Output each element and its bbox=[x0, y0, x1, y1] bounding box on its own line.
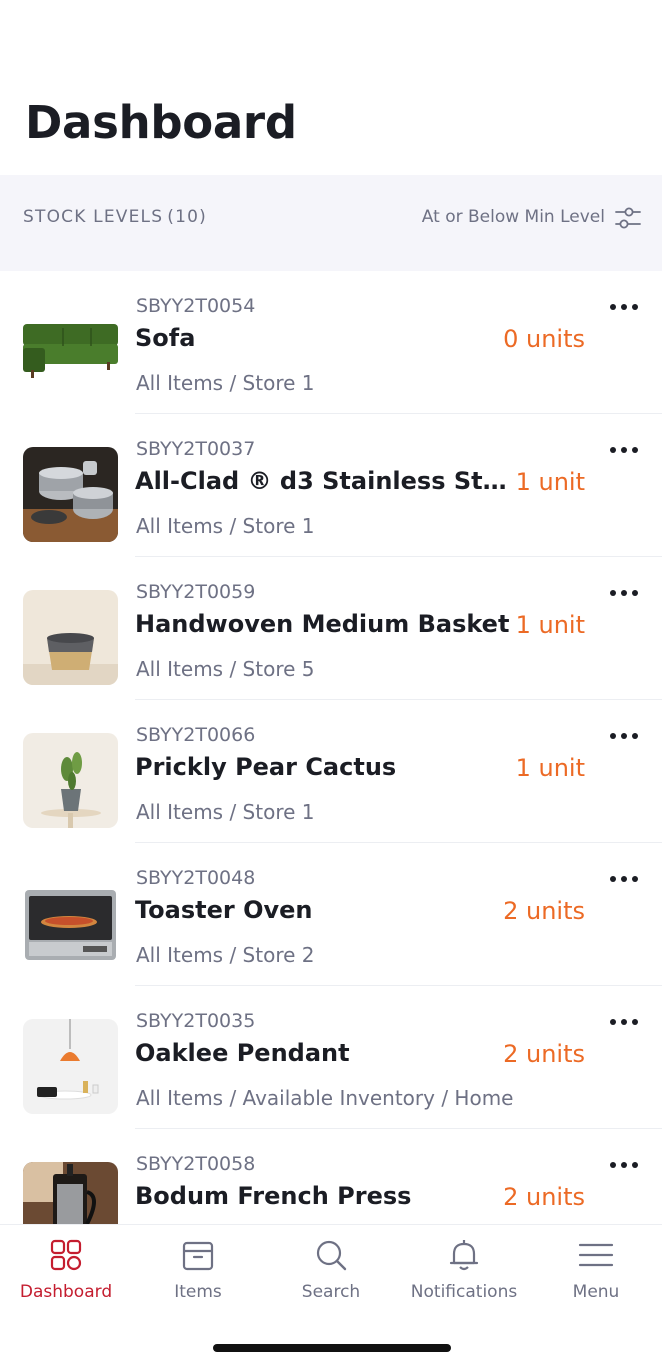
item-name: Bodum French Press bbox=[135, 1182, 412, 1210]
tab-items-label: Items bbox=[174, 1282, 222, 1302]
item-location-path: All Items / Store 2 bbox=[136, 943, 315, 967]
item-name: Handwoven Medium Basket bbox=[135, 610, 510, 638]
tab-dashboard-label: Dashboard bbox=[19, 1282, 113, 1302]
list-item[interactable]: SBYY2T0048 Toaster Oven 2 units All Item… bbox=[0, 843, 662, 986]
tab-menu[interactable]: Menu bbox=[530, 1225, 662, 1315]
list-item[interactable]: SBYY2T0037 All-Clad ® d3 Stainless Steel… bbox=[0, 414, 662, 557]
item-sku: SBYY2T0035 bbox=[136, 1010, 256, 1032]
tab-search[interactable]: Search bbox=[265, 1225, 397, 1315]
item-sku: SBYY2T0054 bbox=[136, 295, 256, 317]
item-sku: SBYY2T0058 bbox=[136, 1153, 256, 1175]
bottom-tab-bar: Dashboard Items Search Notifications Men… bbox=[0, 1224, 662, 1364]
item-location-path: All Items / Store 5 bbox=[136, 657, 315, 681]
more-options-icon[interactable] bbox=[604, 867, 644, 891]
item-sku: SBYY2T0066 bbox=[136, 724, 256, 746]
dashboard-screen: Dashboard STOCK LEVELS (10) At or Below M… bbox=[0, 0, 662, 1364]
more-options-icon[interactable] bbox=[604, 1010, 644, 1034]
header: Dashboard bbox=[0, 0, 662, 175]
more-options-icon[interactable] bbox=[604, 438, 644, 462]
item-quantity: 2 units bbox=[503, 1040, 585, 1068]
hamburger-menu-icon bbox=[578, 1243, 614, 1267]
item-name: Oaklee Pendant bbox=[135, 1039, 350, 1067]
stock-levels-label: STOCK LEVELS (10) bbox=[23, 207, 207, 227]
item-location-path: All Items / Store 1 bbox=[136, 514, 315, 538]
item-quantity: 1 unit bbox=[515, 754, 585, 782]
product-thumbnail-cookware bbox=[23, 447, 118, 542]
item-name: Toaster Oven bbox=[135, 896, 313, 924]
list-item[interactable]: SBYY2T0066 Prickly Pear Cactus 1 unit Al… bbox=[0, 700, 662, 843]
stock-levels-text: STOCK LEVELS bbox=[23, 207, 164, 227]
item-name: Sofa bbox=[135, 324, 196, 352]
list-item[interactable]: SBYY2T0058 Bodum French Press 2 units bbox=[0, 1129, 662, 1224]
tab-dashboard[interactable]: Dashboard bbox=[0, 1225, 132, 1315]
sliders-icon[interactable] bbox=[614, 205, 642, 231]
more-options-icon[interactable] bbox=[604, 724, 644, 748]
item-sku: SBYY2T0059 bbox=[136, 581, 256, 603]
list-item[interactable]: SBYY2T0035 Oaklee Pendant 2 units All It… bbox=[0, 986, 662, 1129]
item-sku: SBYY2T0037 bbox=[136, 438, 256, 460]
bell-icon bbox=[449, 1240, 479, 1271]
tab-items[interactable]: Items bbox=[132, 1225, 264, 1315]
item-quantity: 1 unit bbox=[515, 611, 585, 639]
home-indicator[interactable] bbox=[213, 1344, 451, 1352]
item-quantity: 0 units bbox=[503, 325, 585, 353]
dashboard-grid-icon bbox=[50, 1239, 82, 1271]
list-item[interactable]: SBYY2T0054 Sofa 0 units All Items / Stor… bbox=[0, 271, 662, 414]
product-thumbnail-sofa bbox=[23, 304, 118, 399]
more-options-icon[interactable] bbox=[604, 581, 644, 605]
stock-list[interactable]: SBYY2T0054 Sofa 0 units All Items / Stor… bbox=[0, 271, 662, 1224]
min-level-filter[interactable]: At or Below Min Level bbox=[422, 207, 605, 227]
page-title: Dashboard bbox=[25, 96, 297, 149]
product-thumbnail-basket bbox=[23, 590, 118, 685]
product-thumbnail-cactus bbox=[23, 733, 118, 828]
tab-search-label: Search bbox=[301, 1282, 361, 1302]
item-sku: SBYY2T0048 bbox=[136, 867, 256, 889]
list-item[interactable]: SBYY2T0059 Handwoven Medium Basket 1 uni… bbox=[0, 557, 662, 700]
product-thumbnail-pendant bbox=[23, 1019, 118, 1114]
search-icon bbox=[316, 1240, 347, 1271]
item-quantity: 1 unit bbox=[515, 468, 585, 496]
product-thumbnail-toaster-oven bbox=[23, 876, 118, 971]
tab-menu-label: Menu bbox=[572, 1282, 620, 1302]
item-location-path: All Items / Available Inventory / Home bbox=[136, 1086, 514, 1110]
item-location-path: All Items / Store 1 bbox=[136, 371, 315, 395]
box-icon bbox=[182, 1241, 214, 1271]
tab-notifications-label: Notifications bbox=[410, 1282, 518, 1302]
item-name: Prickly Pear Cactus bbox=[135, 753, 397, 781]
tab-notifications[interactable]: Notifications bbox=[398, 1225, 530, 1315]
item-location-path: All Items / Store 1 bbox=[136, 800, 315, 824]
product-thumbnail-french-press bbox=[23, 1162, 118, 1224]
more-options-icon[interactable] bbox=[604, 1153, 644, 1177]
more-options-icon[interactable] bbox=[604, 295, 644, 319]
item-quantity: 2 units bbox=[503, 897, 585, 925]
stock-levels-count: (10) bbox=[167, 207, 207, 227]
item-quantity: 2 units bbox=[503, 1183, 585, 1211]
item-name: All-Clad ® d3 Stainless Steel... bbox=[135, 467, 515, 495]
